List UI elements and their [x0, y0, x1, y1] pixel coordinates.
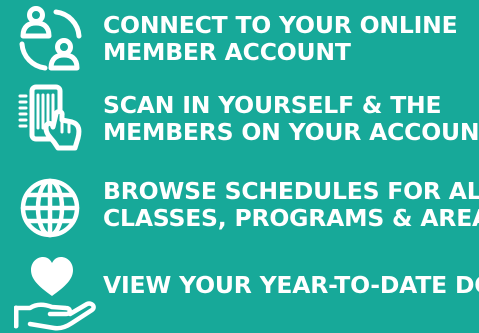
- feature-view-donations: VIEW YOUR YEAR-TO-DATE DONATIONS: [0, 246, 479, 333]
- feature-label: SCAN IN YOURSELF & THE MEMBERS ON YOUR A…: [103, 91, 479, 146]
- feature-label: BROWSE SCHEDULES FOR ALL CLASSES, PROGRA…: [103, 177, 479, 232]
- feature-scan-in: SCAN IN YOURSELF & THE MEMBERS ON YOUR A…: [0, 84, 479, 154]
- globe-icon: [16, 174, 84, 242]
- feature-label: CONNECT TO YOUR ONLINE MEMBER ACCOUNT: [103, 11, 458, 66]
- feature-browse-schedules: BROWSE SCHEDULES FOR ALL CLASSES, PROGRA…: [0, 170, 479, 240]
- heart-hand-icon: [14, 252, 98, 332]
- phone-scan-icon: [16, 84, 84, 156]
- account-connect-icon: [16, 6, 84, 74]
- app-promo-screen: CONNECT TO YOUR ONLINE MEMBER ACCOUNT SC…: [0, 0, 479, 333]
- feature-label: VIEW YOUR YEAR-TO-DATE DONATIONS: [103, 271, 479, 299]
- feature-connect-account: CONNECT TO YOUR ONLINE MEMBER ACCOUNT: [0, 4, 479, 74]
